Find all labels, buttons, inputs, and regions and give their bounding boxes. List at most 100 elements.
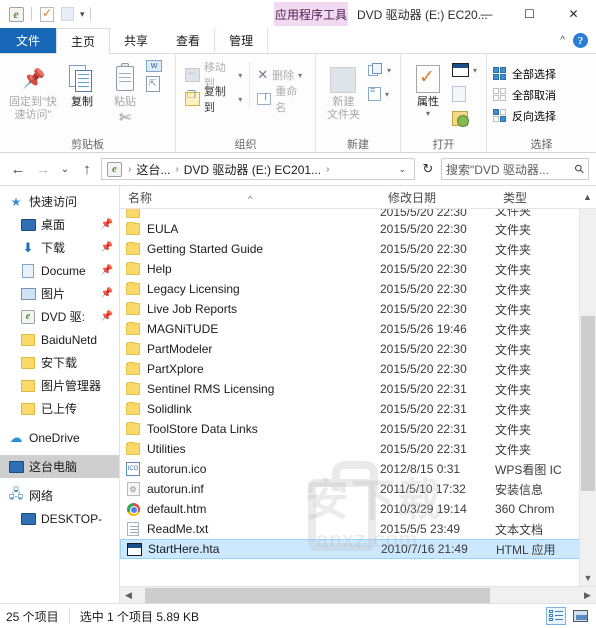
tab-manage[interactable]: 管理 (214, 28, 269, 53)
copy-path-icon[interactable]: W (146, 60, 162, 72)
sidebar-item-desktop-pc[interactable]: DESKTOP- (0, 507, 119, 530)
cell-date: 2015/5/20 22:30 (380, 209, 467, 219)
sidebar-item-dvd-drive[interactable]: e DVD 驱: 📌 (0, 305, 119, 328)
copy-to-button[interactable]: 复制到 ▾ (182, 86, 245, 114)
copy-button[interactable]: 复制 (60, 58, 104, 109)
breadcrumb-item-1[interactable]: DVD 驱动器 (E:) EC201... (182, 161, 323, 178)
help-icon[interactable]: ? (573, 33, 588, 48)
back-button[interactable]: ← (7, 158, 29, 180)
invert-selection-button[interactable]: 反向选择 (493, 106, 556, 125)
tab-home[interactable]: 主页 (56, 28, 111, 54)
forward-button[interactable]: → (32, 158, 54, 180)
table-row[interactable]: PartXplore 2015/5/20 22:30 文件夹 (120, 359, 596, 379)
maximize-button[interactable]: ☐ (508, 0, 551, 28)
cut-icon[interactable]: ✄ (119, 109, 131, 126)
sidebar-item-network[interactable]: 🖧 网络 (0, 484, 119, 507)
breadcrumb-dropdown-icon[interactable]: ⌄ (392, 164, 412, 175)
pin-to-quick-access-button[interactable]: 固定到"快速访问" (6, 58, 60, 122)
qat-new-folder-button[interactable] (57, 4, 77, 24)
chevron-down-icon[interactable]: ▾ (80, 9, 85, 20)
watermark-bag-icon (308, 461, 378, 551)
edit-button[interactable] (449, 84, 480, 104)
horizontal-scroll-track[interactable] (137, 587, 579, 604)
column-header-name[interactable]: 名称 ^ (120, 189, 380, 206)
pin-icon[interactable]: 📌 (101, 311, 113, 322)
properties-button[interactable]: 属性 ▾ (407, 58, 449, 118)
table-row[interactable]: Help 2015/5/20 22:30 文件夹 (120, 259, 596, 279)
paste-button[interactable]: 粘贴 ✄ (104, 58, 146, 126)
horizontal-scrollbar[interactable]: ◀ ▶ (120, 586, 596, 603)
rename-button[interactable]: 重命名 (254, 86, 309, 114)
scroll-up-arrow-icon[interactable] (580, 209, 596, 226)
table-row[interactable]: EULA 2015/5/20 22:30 文件夹 (120, 219, 596, 239)
vertical-scroll-track[interactable] (580, 226, 596, 569)
open-button[interactable]: ▾ (449, 60, 480, 80)
refresh-button[interactable]: ↻ (418, 158, 438, 180)
sidebar-item-downloads[interactable]: ⬇ 下载 📌 (0, 236, 119, 259)
search-input[interactable]: 搜索"DVD 驱动器... ⚲ (441, 158, 589, 180)
vertical-scroll-thumb[interactable] (581, 316, 595, 491)
table-row[interactable]: Sentinel RMS Licensing 2015/5/20 22:31 文… (120, 379, 596, 399)
close-button[interactable]: ✕ (551, 0, 596, 28)
move-to-button[interactable]: 移动到 ▾ (182, 62, 245, 90)
table-row[interactable]: 2015/5/20 22:30 文件夹 (120, 209, 596, 219)
column-header-date[interactable]: 修改日期 (380, 189, 495, 206)
select-all-button[interactable]: 全部选择 (493, 64, 556, 83)
breadcrumb-item-0[interactable]: 这台... (134, 161, 172, 178)
file-name: Live Job Reports (147, 302, 238, 316)
paste-shortcut-icon[interactable] (146, 76, 160, 92)
table-row[interactable]: ToolStore Data Links 2015/5/20 22:31 文件夹 (120, 419, 596, 439)
qat-ie-button[interactable]: e (6, 4, 26, 24)
thumbnails-view-button[interactable] (570, 607, 590, 625)
sidebar-item-onedrive[interactable]: ☁ OneDrive (0, 426, 119, 449)
sidebar-item-quick-access[interactable]: ★ 快速访问 (0, 190, 119, 213)
delete-button[interactable]: ✕ 删除 ▾ (254, 65, 309, 85)
details-view-button[interactable] (546, 607, 566, 625)
sidebar-item-anxiazai[interactable]: 安下载 (0, 351, 119, 374)
table-row[interactable]: PartModeler 2015/5/20 22:30 文件夹 (120, 339, 596, 359)
minimize-button[interactable]: — (465, 0, 508, 28)
tab-share[interactable]: 共享 (110, 28, 162, 53)
table-row[interactable]: Live Job Reports 2015/5/20 22:30 文件夹 (120, 299, 596, 319)
vertical-scrollbar[interactable]: ▼ (579, 209, 596, 586)
desktop-icon (8, 459, 24, 475)
pin-icon[interactable]: 📌 (101, 265, 113, 276)
sidebar-item-documents[interactable]: Docume 📌 (0, 259, 119, 282)
pin-icon[interactable]: 📌 (101, 219, 113, 230)
history-button[interactable] (449, 108, 480, 128)
title-bar: e ▾ 应用程序工具 DVD 驱动器 (E:) EC20... — ☐ ✕ (0, 0, 596, 28)
recent-locations-button[interactable]: ⌄ (57, 158, 73, 180)
table-row[interactable]: Utilities 2015/5/20 22:31 文件夹 (120, 439, 596, 459)
column-header-type[interactable]: 类型 (495, 189, 579, 206)
scroll-right-arrow-icon[interactable]: ▶ (579, 590, 596, 601)
scrollbar-up-arrow[interactable]: ▲ (579, 192, 596, 202)
table-row[interactable]: Legacy Licensing 2015/5/20 22:30 文件夹 (120, 279, 596, 299)
table-row[interactable]: Getting Started Guide 2015/5/20 22:30 文件… (120, 239, 596, 259)
pin-icon[interactable]: 📌 (101, 242, 113, 253)
easy-access-button[interactable]: ▾ (365, 84, 394, 104)
folder-icon (20, 355, 36, 371)
delete-label: 删除 (272, 70, 295, 82)
up-button[interactable]: ↑ (76, 158, 98, 180)
sidebar-item-desktop[interactable]: 桌面 📌 (0, 213, 119, 236)
sidebar-item-pictures[interactable]: 图片 📌 (0, 282, 119, 305)
scroll-down-arrow-icon[interactable]: ▼ (580, 569, 596, 586)
table-row[interactable]: MAGNiTUDE 2015/5/26 19:46 文件夹 (120, 319, 596, 339)
pin-icon[interactable]: 📌 (101, 288, 113, 299)
new-item-button[interactable]: ▾ (365, 60, 394, 80)
sidebar-item-baidunetdisk[interactable]: BaiduNetd (0, 328, 119, 351)
qat-properties-button[interactable] (37, 4, 57, 24)
sidebar-item-uploaded[interactable]: 已上传 (0, 397, 119, 420)
folder-icon (125, 222, 141, 236)
tab-view[interactable]: 查看 (162, 28, 214, 53)
horizontal-scroll-thumb[interactable] (145, 587, 490, 603)
tab-file[interactable]: 文件 (0, 28, 57, 53)
select-none-button[interactable]: 全部取消 (493, 85, 556, 104)
table-row[interactable]: Solidlink 2015/5/20 22:31 文件夹 (120, 399, 596, 419)
sidebar-item-this-pc[interactable]: 这台电脑 (0, 455, 119, 478)
breadcrumb[interactable]: e › 这台... › DVD 驱动器 (E:) EC201... › ⌄ (101, 158, 415, 180)
new-folder-button[interactable]: 新建 文件夹 (322, 58, 365, 122)
chevron-up-icon[interactable]: ^ (560, 35, 565, 46)
scroll-left-arrow-icon[interactable]: ◀ (120, 590, 137, 601)
sidebar-item-picture-manager[interactable]: 图片管理器 (0, 374, 119, 397)
